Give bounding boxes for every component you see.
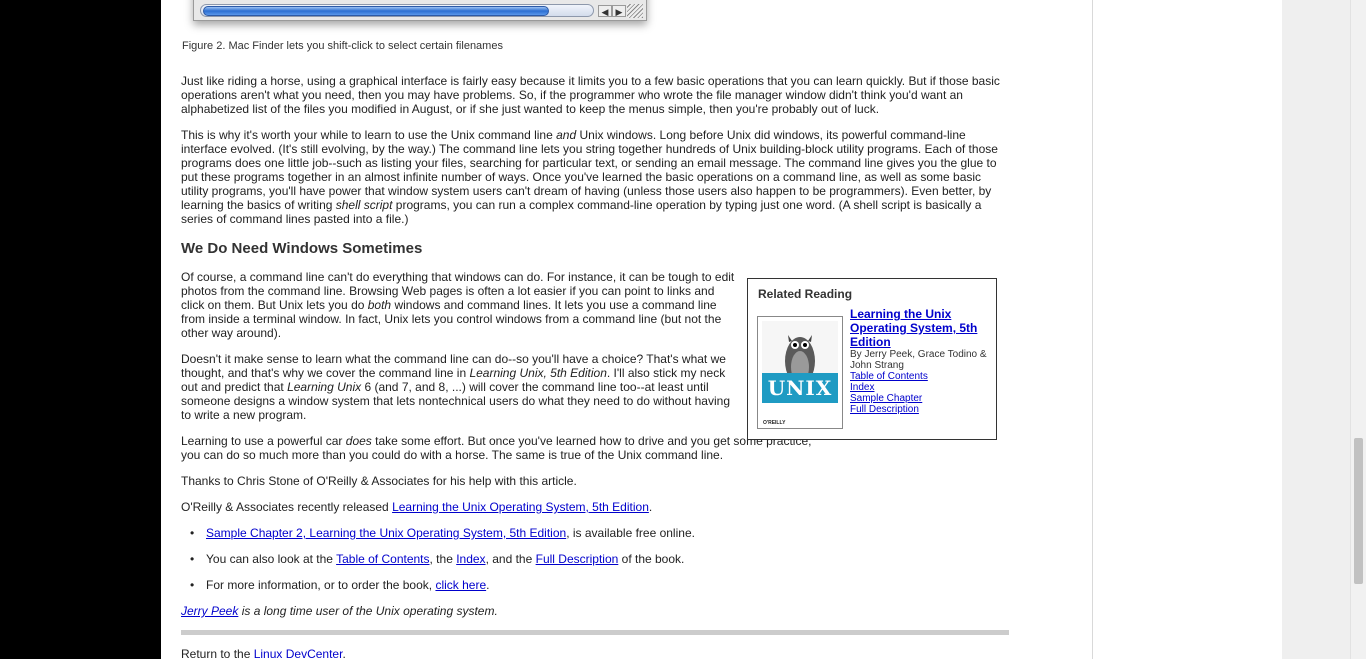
emphasis: Learning Unix, 5th Edition bbox=[469, 366, 607, 380]
left-arrow-icon: ◀ bbox=[598, 5, 612, 17]
figure-caption: Figure 2. Mac Finder lets you shift-clic… bbox=[182, 40, 503, 52]
book-link[interactable]: Learning the Unix Operating System, 5th … bbox=[392, 500, 649, 514]
text-span: . bbox=[648, 500, 653, 514]
paragraph-horse-analogy: Just like riding a horse, using a graphi… bbox=[181, 74, 1000, 116]
emphasis: and bbox=[556, 128, 577, 142]
resize-grip-icon bbox=[627, 4, 643, 18]
related-reading-box: Related Reading UNIX O'REILLY Learning t… bbox=[747, 278, 997, 440]
paragraph-car: Learning to use a powerful car does take… bbox=[181, 434, 821, 462]
list-item: You can also look at the Table of Conten… bbox=[190, 552, 695, 578]
emphasis: does bbox=[345, 434, 372, 448]
text-span: of the book. bbox=[618, 552, 685, 566]
finder-scroll-thumb bbox=[203, 6, 549, 16]
text-span: O'Reilly & Associates recently released bbox=[181, 500, 393, 514]
author-bio: Jerry Peek is a long time user of the Un… bbox=[181, 604, 498, 618]
list-item: Sample Chapter 2, Learning the Unix Oper… bbox=[190, 526, 695, 552]
text-span: , the bbox=[429, 552, 457, 566]
text-span: Return to the bbox=[181, 647, 254, 659]
text-span: This is why it's worth your while to lea… bbox=[181, 128, 557, 142]
finder-window-frame: ◀ ▶ bbox=[193, 0, 647, 21]
return-line: Return to the Linux DevCenter. bbox=[181, 647, 346, 659]
left-black-margin bbox=[0, 0, 161, 659]
list-item: For more information, or to order the bo… bbox=[190, 578, 695, 604]
publisher-logo: O'REILLY bbox=[763, 420, 786, 426]
text-span: . bbox=[342, 647, 346, 659]
emphasis: Learning Unix bbox=[287, 380, 362, 394]
index-link[interactable]: Index bbox=[456, 552, 485, 566]
page-scrollbar[interactable] bbox=[1350, 0, 1366, 659]
related-sample-chapter-link[interactable]: Sample Chapter bbox=[850, 393, 922, 404]
book-links-list: Sample Chapter 2, Learning the Unix Oper… bbox=[190, 526, 695, 604]
order-link[interactable]: click here bbox=[435, 578, 486, 592]
full-description-link[interactable]: Full Description bbox=[536, 552, 619, 566]
text-span: . bbox=[486, 578, 490, 592]
paragraph-choice: Doesn't it make sense to learn what the … bbox=[181, 352, 737, 422]
right-arrow-icon: ▶ bbox=[612, 5, 626, 17]
paragraph-windows: Of course, a command line can't do every… bbox=[181, 270, 737, 340]
scrollbar-thumb[interactable] bbox=[1354, 438, 1363, 584]
related-book-title-link[interactable]: Learning the Unix Operating System, 5th … bbox=[850, 307, 990, 349]
text-span: Learning to use a powerful car bbox=[181, 434, 346, 448]
text-span: For more information, or to order the bo… bbox=[206, 578, 436, 592]
section-heading: We Do Need Windows Sometimes bbox=[181, 240, 423, 257]
paragraph-thanks: Thanks to Chris Stone of O'Reilly & Asso… bbox=[181, 474, 577, 488]
related-full-description-link[interactable]: Full Description bbox=[850, 404, 919, 415]
paragraph-released: O'Reilly & Associates recently released … bbox=[181, 500, 652, 514]
cover-title-band: UNIX bbox=[762, 373, 838, 403]
related-reading-title: Related Reading bbox=[758, 287, 853, 301]
finder-horizontal-scrollbar bbox=[200, 4, 594, 17]
related-book-authors: By Jerry Peek, Grace Todino & John Stran… bbox=[850, 349, 987, 371]
book-cover-image[interactable]: UNIX O'REILLY bbox=[757, 316, 843, 429]
linux-devcenter-link[interactable]: Linux DevCenter bbox=[254, 647, 343, 659]
table-of-contents-link[interactable]: Table of Contents bbox=[336, 552, 429, 566]
figure-mac-finder-screenshot: ◀ ▶ bbox=[193, 0, 649, 36]
related-toc-link[interactable]: Table of Contents bbox=[850, 371, 928, 382]
text-span: You can also look at the bbox=[206, 552, 337, 566]
text-span: , is available free online. bbox=[566, 526, 695, 540]
paragraph-command-line: This is why it's worth your while to lea… bbox=[181, 128, 1009, 226]
text-span: , and the bbox=[485, 552, 536, 566]
emphasis: both bbox=[367, 298, 392, 312]
right-gutter bbox=[1282, 0, 1350, 659]
page-content: ◀ ▶ Figure 2. Mac Finder lets you shift-… bbox=[161, 0, 1092, 659]
right-sidebar bbox=[1092, 0, 1282, 659]
related-index-link[interactable]: Index bbox=[850, 382, 874, 393]
sample-chapter-link[interactable]: Sample Chapter 2, Learning the Unix Oper… bbox=[206, 526, 566, 540]
emphasis: shell script bbox=[335, 198, 393, 212]
author-link[interactable]: Jerry Peek bbox=[181, 604, 238, 618]
horizontal-divider bbox=[181, 630, 1009, 635]
text-span: is a long time user of the Unix operatin… bbox=[238, 604, 498, 618]
